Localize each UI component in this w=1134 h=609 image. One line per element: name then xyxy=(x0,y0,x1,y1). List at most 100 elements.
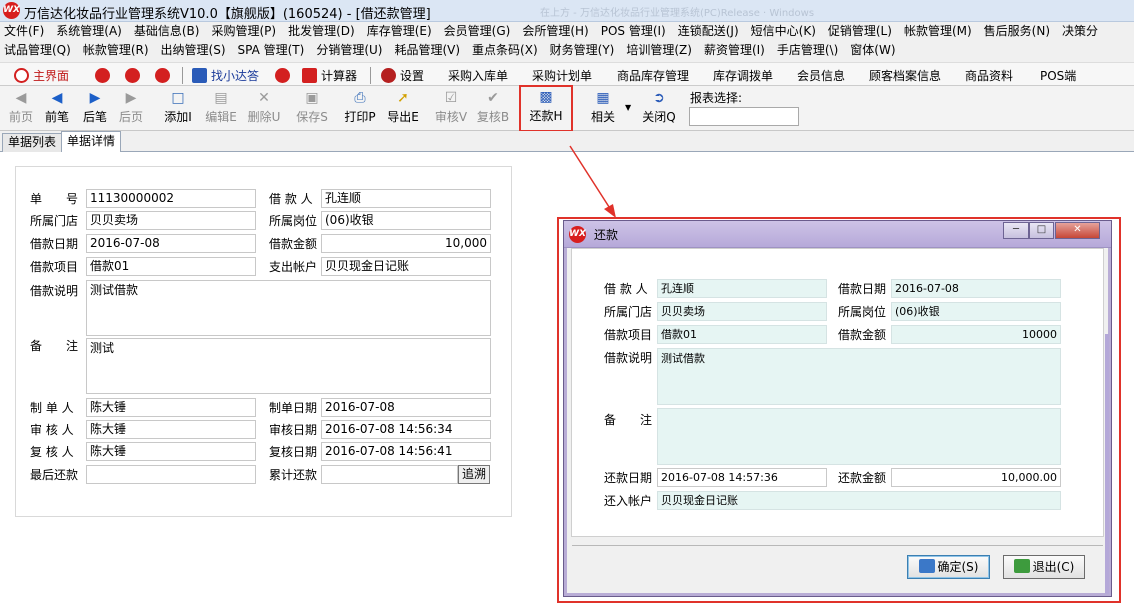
dialog-description-field[interactable]: 测试借款 xyxy=(657,348,1061,405)
menu-item[interactable]: 系统管理(A) xyxy=(50,22,128,41)
save-button[interactable]: ▣ 保存S xyxy=(293,88,331,129)
menu-item[interactable]: 手店管理(\) xyxy=(771,41,844,60)
quick-link[interactable]: POS端 xyxy=(1040,66,1076,84)
menu-item[interactable]: 基础信息(B) xyxy=(128,22,206,41)
menu-item[interactable]: 薪资管理(I) xyxy=(698,41,771,60)
dialog-side-scrollbar[interactable] xyxy=(1105,334,1109,594)
reviewer-field[interactable]: 陈大锤 xyxy=(86,442,256,461)
menu-item[interactable]: 分销管理(U) xyxy=(310,41,388,60)
quick-link[interactable]: 会员信息 xyxy=(797,66,845,84)
menu-item[interactable]: 试品管理(Q) xyxy=(0,41,77,60)
edit-button[interactable]: ▤ 编辑E xyxy=(202,88,240,129)
audit-date-field[interactable]: 2016-07-08 14:56:34 xyxy=(321,420,491,439)
expense-account-field[interactable]: 贝贝现金日记账 xyxy=(321,257,491,276)
menu-item[interactable]: 窗体(W) xyxy=(844,41,901,60)
ok-button[interactable]: 确定(S) xyxy=(907,555,990,579)
last-repay-field[interactable] xyxy=(86,465,256,484)
auditor-field[interactable]: 陈大锤 xyxy=(86,420,256,439)
prev-page-button[interactable]: ◀ 前页 xyxy=(2,88,40,129)
menu-item[interactable]: 决策分 xyxy=(1056,22,1104,41)
doc-no-field[interactable]: 11130000002 xyxy=(86,189,256,208)
delete-button[interactable]: ✕ 删除U xyxy=(245,88,283,129)
dialog-repay-amount-field[interactable]: 10,000.00 xyxy=(891,468,1061,487)
quick-link[interactable]: 顾客档案信息 xyxy=(869,66,941,84)
menu-item[interactable]: 短信中心(K) xyxy=(745,22,822,41)
next-record-button[interactable]: ▶ 后笔 xyxy=(76,88,114,129)
repay-button[interactable]: ▩ 还款H xyxy=(519,85,573,132)
menu-item[interactable]: 培训管理(Z) xyxy=(620,41,698,60)
dialog-note-field[interactable] xyxy=(657,408,1061,465)
chat-button[interactable] xyxy=(125,66,144,84)
loan-item-field[interactable]: 借款01 xyxy=(86,257,256,276)
maximize-icon[interactable]: □ xyxy=(1029,222,1054,239)
menu-item[interactable]: 重点条码(X) xyxy=(466,41,544,60)
quick-link[interactable]: 商品资料 xyxy=(965,66,1013,84)
total-repay-field[interactable] xyxy=(321,465,458,484)
review-date-field[interactable]: 2016-07-08 14:56:41 xyxy=(321,442,491,461)
menu-item[interactable]: POS 管理(I) xyxy=(595,22,672,41)
post-field[interactable]: (06)收银 xyxy=(321,211,491,230)
close-icon[interactable]: ✕ xyxy=(1055,222,1100,239)
note-field[interactable]: 测试 xyxy=(86,338,491,394)
home-button[interactable]: 主界面 xyxy=(14,66,69,84)
loan-amount-field[interactable]: 10,000 xyxy=(321,234,491,253)
menu-item[interactable]: 会所管理(H) xyxy=(516,22,594,41)
close-button[interactable]: ➲ 关闭Q xyxy=(640,88,678,129)
quick-link[interactable]: 采购计划单 xyxy=(532,66,592,84)
find-helper-button[interactable]: 找小达答 xyxy=(192,66,259,84)
dialog-store-field[interactable]: 贝贝卖场 xyxy=(657,302,827,321)
prev-record-button[interactable]: ◀ 前笔 xyxy=(38,88,76,129)
quick-link[interactable]: 库存调拨单 xyxy=(713,66,773,84)
report-select-input[interactable] xyxy=(689,107,799,126)
make-date-field[interactable]: 2016-07-08 xyxy=(321,398,491,417)
house-button[interactable] xyxy=(275,66,294,84)
maker-field[interactable]: 陈大锤 xyxy=(86,398,256,417)
related-dropdown-arrow-icon[interactable]: ▼ xyxy=(625,103,631,112)
quick-link[interactable]: 商品库存管理 xyxy=(617,66,689,84)
bulb-button[interactable] xyxy=(155,66,174,84)
menu-item[interactable]: 出纳管理(S) xyxy=(155,41,232,60)
menu-item[interactable]: 库存管理(E) xyxy=(361,22,438,41)
menu-item[interactable]: SPA 管理(T) xyxy=(232,41,311,60)
loan-date-field[interactable]: 2016-07-08 xyxy=(86,234,256,253)
post-label: 所属岗位 xyxy=(269,214,318,228)
audit-button[interactable]: ☑ 审核V xyxy=(432,88,470,129)
menu-item[interactable]: 会员管理(G) xyxy=(438,22,517,41)
quick-link[interactable]: 采购入库单 xyxy=(448,66,508,84)
menu-item[interactable]: 耗品管理(V) xyxy=(388,41,466,60)
calculator-button[interactable]: 计算器 xyxy=(302,66,357,84)
menu-item[interactable]: 批发管理(D) xyxy=(282,22,361,41)
settings-button[interactable]: 设置 xyxy=(381,66,424,84)
menu-item[interactable]: 售后服务(N) xyxy=(978,22,1056,41)
menu-item[interactable]: 采购管理(P) xyxy=(205,22,282,41)
print-button[interactable]: ⎙ 打印P xyxy=(341,88,379,129)
exit-button[interactable]: 退出(C) xyxy=(1003,555,1085,579)
tab-document-list[interactable]: 单据列表 xyxy=(2,133,63,152)
dialog-borrower-field[interactable]: 孔连顺 xyxy=(657,279,827,298)
export-button[interactable]: ➚ 导出E xyxy=(384,88,422,129)
dialog-repay-date-field[interactable]: 2016-07-08 14:57:36 xyxy=(657,468,827,487)
related-button[interactable]: ▦ 相关 xyxy=(584,88,622,129)
menu-item[interactable]: 帐款管理(M) xyxy=(898,22,978,41)
minimize-icon[interactable]: ─ xyxy=(1003,222,1029,239)
lock-button[interactable] xyxy=(95,66,114,84)
trace-button[interactable]: 追溯 xyxy=(458,465,490,484)
menu-item[interactable]: 文件(F) xyxy=(0,22,50,41)
dialog-loan-date-field[interactable]: 2016-07-08 xyxy=(891,279,1061,298)
dialog-footer-divider xyxy=(572,545,1103,546)
loan-description-field[interactable]: 测试借款 xyxy=(86,280,491,336)
menu-item[interactable]: 促销管理(L) xyxy=(822,22,898,41)
dialog-loan-item-field[interactable]: 借款01 xyxy=(657,325,827,344)
store-field[interactable]: 贝贝卖场 xyxy=(86,211,256,230)
dialog-post-field[interactable]: (06)收银 xyxy=(891,302,1061,321)
menu-item[interactable]: 财务管理(Y) xyxy=(544,41,621,60)
next-page-button[interactable]: ▶ 后页 xyxy=(112,88,150,129)
menu-item[interactable]: 连锁配送(J) xyxy=(672,22,745,41)
menu-item[interactable]: 帐款管理(R) xyxy=(77,41,155,60)
borrower-field[interactable]: 孔连顺 xyxy=(321,189,491,208)
tab-document-detail[interactable]: 单据详情 xyxy=(61,131,122,152)
add-button[interactable]: □ 添加I xyxy=(159,88,197,129)
dialog-account-field[interactable]: 贝贝现金日记账 xyxy=(657,491,1061,510)
dialog-loan-amount-field[interactable]: 10000 xyxy=(891,325,1061,344)
reaudit-button[interactable]: ✔ 复核B xyxy=(474,88,512,129)
